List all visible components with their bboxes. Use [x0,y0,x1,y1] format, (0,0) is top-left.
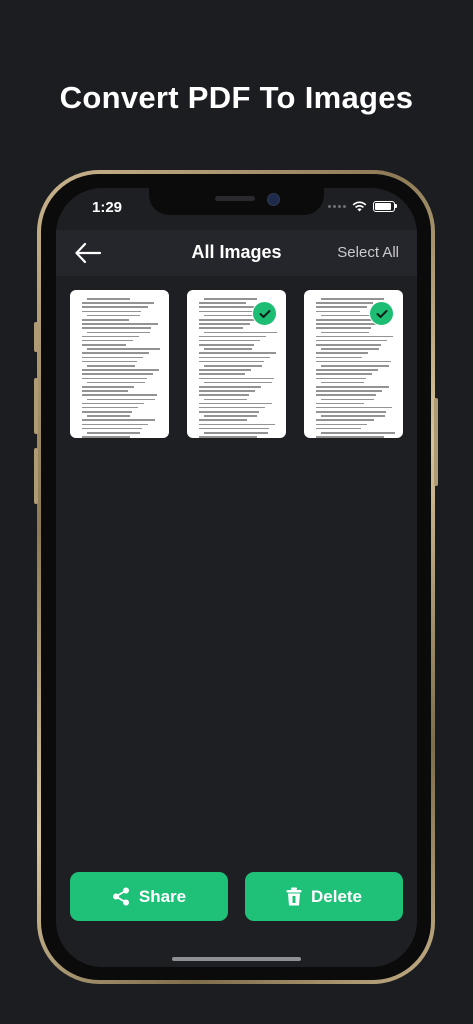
selected-check-badge [369,301,394,326]
share-icon [112,887,129,906]
status-indicators [328,201,397,212]
delete-label: Delete [310,886,363,906]
wifi-icon [352,201,367,212]
phone-silent-switch [34,322,38,352]
delete-button[interactable]: Delete [245,872,403,921]
images-grid [70,290,403,438]
document-preview [82,298,160,438]
selected-check-badge [252,301,277,326]
select-all-button[interactable]: Select All [337,244,399,261]
image-thumbnail[interactable] [304,290,403,438]
phone-power-button [434,398,438,486]
top-navbar: All Images Select All [56,230,417,276]
phone-volume-up [34,378,38,434]
image-thumbnail[interactable] [187,290,286,438]
checkmark-icon [376,309,387,318]
signal-icon [328,205,346,208]
promo-headline: Convert PDF To Images [59,80,414,115]
battery-icon [373,201,397,212]
phone-volume-down [34,448,38,504]
notch [149,188,324,215]
front-camera [267,193,280,206]
trash-icon [286,887,302,906]
checkmark-icon [259,309,270,318]
home-indicator[interactable] [172,957,301,961]
app-screen: 1:29 All Images Select All Share Delete [56,188,417,967]
speaker [215,196,255,201]
image-thumbnail[interactable] [70,290,169,438]
share-label: Share [138,886,187,906]
share-button[interactable]: Share [70,872,228,921]
status-time: 1:29 [92,199,123,216]
